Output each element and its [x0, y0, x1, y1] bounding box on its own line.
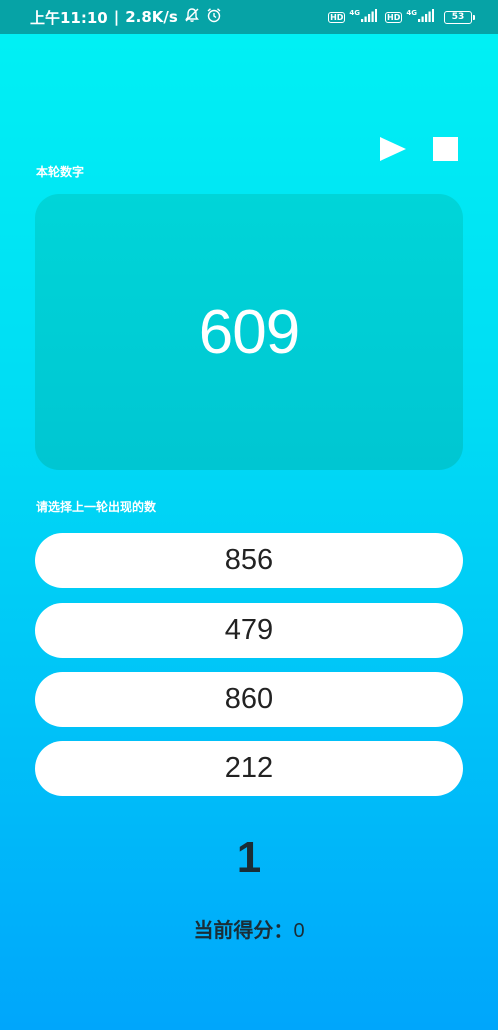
- network-type-2: 4G: [406, 9, 417, 17]
- status-right-group: HD 4G HD 4G 53: [328, 0, 475, 34]
- score-display: 当前得分：0: [0, 914, 498, 943]
- mute-bell-icon: [184, 7, 200, 27]
- alarm-icon: [206, 7, 222, 27]
- play-icon: [380, 137, 406, 161]
- option-label: 860: [224, 683, 274, 715]
- option-label: 479: [224, 614, 274, 646]
- battery-icon: 53: [444, 10, 475, 24]
- status-time: 上午11:10: [30, 8, 108, 27]
- question-label: 请选择上一轮出现的数: [36, 500, 157, 514]
- current-number: 609: [198, 297, 300, 367]
- score-value: 0: [293, 920, 305, 942]
- signal-icon: [418, 9, 434, 25]
- status-separator: |: [113, 8, 120, 26]
- hd-badge-2: HD: [385, 11, 403, 23]
- signal-icon: [361, 9, 378, 25]
- battery-level: 53: [451, 12, 465, 22]
- status-left-group: 上午11:10 | 2.8K/s: [30, 0, 222, 34]
- stop-button[interactable]: [433, 137, 458, 161]
- hd-badge-1: HD: [328, 11, 346, 23]
- status-network-speed: 2.8K/s: [125, 8, 178, 26]
- option-button-1[interactable]: 856: [35, 533, 463, 588]
- number-card: 609: [35, 194, 463, 470]
- network-type-1: 4G: [349, 9, 361, 17]
- score-label: 当前得分：: [193, 918, 294, 942]
- option-button-3[interactable]: 860: [35, 672, 463, 727]
- option-button-4[interactable]: 212: [35, 741, 463, 796]
- option-button-2[interactable]: 479: [35, 603, 463, 658]
- option-label: 212: [224, 752, 274, 784]
- round-counter: 1: [236, 833, 262, 882]
- status-bar: 上午11:10 | 2.8K/s HD 4G HD 4G 53: [0, 0, 498, 34]
- current-round-label: 本轮数字: [36, 165, 85, 179]
- play-button[interactable]: [378, 136, 408, 162]
- option-label: 856: [224, 544, 274, 576]
